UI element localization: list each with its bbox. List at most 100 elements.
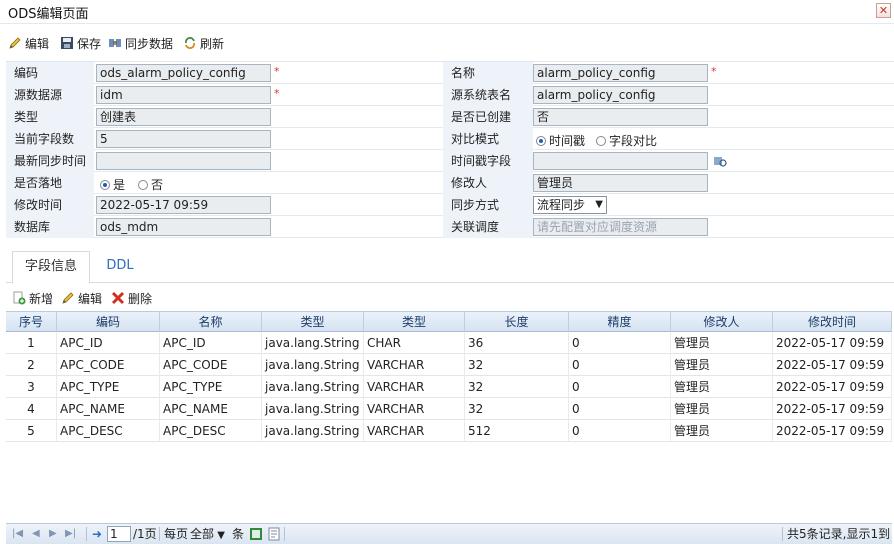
table-cell: 32 [465, 354, 569, 376]
db-field[interactable]: ods_mdm [96, 218, 271, 236]
column-header[interactable]: 类型 [262, 312, 364, 332]
sync-mode-value: 流程同步 [537, 198, 586, 212]
modifier-field[interactable]: 管理员 [533, 174, 708, 192]
floppy-icon [61, 37, 73, 49]
table-row[interactable]: 2 APC_CODE APC_CODE java.lang.String VARCHAR… [6, 354, 892, 376]
add-button[interactable]: 新增 [12, 290, 53, 306]
modified-label: 修改时间 [6, 194, 94, 216]
compare-radio-timestamp[interactable]: 时间戳 [536, 132, 585, 149]
created-field[interactable]: 否 [533, 108, 708, 126]
next-page-icon[interactable]: ▶ [49, 526, 57, 542]
delete-button[interactable]: 删除 [111, 290, 152, 306]
lookup-icon[interactable] [713, 154, 727, 168]
table-cell: 2022-05-17 09:59 [773, 332, 892, 354]
compare-radio-field[interactable]: 字段对比 [596, 132, 657, 149]
db-label: 数据库 [6, 216, 94, 238]
last-page-icon[interactable]: ▶| [65, 526, 76, 542]
title-bar: ODS编辑页面 ✕ [0, 0, 894, 24]
table-cell: APC_NAME [160, 398, 262, 420]
table-cell: CHAR [364, 332, 465, 354]
tab-strip: 字段信息 DDL [6, 249, 894, 284]
table-cell: 管理员 [671, 354, 773, 376]
export-excel-icon[interactable] [249, 527, 263, 541]
refresh-button[interactable]: 刷新 [183, 35, 224, 51]
window-title: ODS编辑页面 [8, 7, 89, 22]
edit-button[interactable]: 编辑 [8, 35, 49, 51]
grid-edit-label: 编辑 [78, 291, 103, 306]
table-row[interactable]: 4 APC_NAME APC_NAME java.lang.String VARCHAR… [6, 398, 892, 420]
table-cell: 512 [465, 420, 569, 442]
code-field[interactable]: ods_alarm_policy_config [96, 64, 271, 82]
name-label: 名称 [443, 62, 533, 84]
column-header[interactable]: 类型 [364, 312, 465, 332]
table-cell: 0 [569, 420, 671, 442]
table-cell: APC_DESC [57, 420, 160, 442]
type-field[interactable]: 创建表 [96, 108, 271, 126]
landing-no-label: 否 [151, 178, 164, 192]
edit-label: 编辑 [25, 36, 50, 51]
code-label: 编码 [6, 62, 94, 84]
landing-radio-yes[interactable]: 是 [100, 176, 125, 193]
form-row: 修改时间 2022-05-17 09:59 同步方式 流程同步 ▼ [6, 194, 894, 216]
sync-mode-select[interactable]: 流程同步 ▼ [533, 196, 607, 214]
table-cell: 管理员 [671, 420, 773, 442]
column-header[interactable]: 长度 [465, 312, 569, 332]
column-header[interactable]: 编码 [57, 312, 160, 332]
table-cell: 3 [6, 376, 57, 398]
table-cell: 0 [569, 398, 671, 420]
refresh-label: 刷新 [200, 36, 225, 51]
add-icon [13, 291, 26, 305]
table-cell: APC_ID [160, 332, 262, 354]
per-page-select[interactable]: 全部 ▼ [190, 526, 225, 542]
landing-radio-no[interactable]: 否 [138, 176, 163, 193]
source-table-field[interactable]: alarm_policy_config [533, 86, 708, 104]
source-field[interactable]: idm [96, 86, 271, 104]
save-button[interactable]: 保存 [60, 35, 101, 51]
column-header[interactable]: 序号 [6, 312, 57, 332]
go-page-icon[interactable]: ➜ [92, 526, 102, 542]
table-cell: 2022-05-17 09:59 [773, 376, 892, 398]
name-field[interactable]: alarm_policy_config [533, 64, 708, 82]
tab-field-info[interactable]: 字段信息 [12, 251, 90, 284]
table-cell: 2022-05-17 09:59 [773, 354, 892, 376]
pencil-icon [9, 37, 21, 49]
table-cell: 32 [465, 376, 569, 398]
table-cell: APC_NAME [57, 398, 160, 420]
table-cell: java.lang.String [262, 332, 364, 354]
table-cell: java.lang.String [262, 354, 364, 376]
first-page-icon[interactable]: |◀ [12, 526, 23, 542]
per-page-unit: 条 [232, 527, 245, 541]
form-row: 编码 ods_alarm_policy_config * 名称 alarm_po… [6, 62, 894, 84]
delete-label: 删除 [128, 291, 153, 306]
table-row[interactable]: 5 APC_DESC APC_DESC java.lang.String VARCHAR… [6, 420, 892, 442]
table-cell: APC_TYPE [160, 376, 262, 398]
table-row[interactable]: 1 APC_ID APC_ID java.lang.String CHAR 36 0 管理员 2… [6, 332, 892, 354]
table-row[interactable]: 3 APC_TYPE APC_TYPE java.lang.String VARCHAR… [6, 376, 892, 398]
grid-edit-button[interactable]: 编辑 [61, 290, 102, 306]
schedule-field[interactable]: 请先配置对应调度资源 [533, 218, 708, 236]
required-mark: * [274, 65, 280, 78]
ts-field-input[interactable] [533, 152, 708, 170]
pager-divider [284, 527, 285, 541]
table-cell: VARCHAR [364, 398, 465, 420]
prev-page-icon[interactable]: ◀ [32, 526, 40, 542]
column-header[interactable]: 修改时间 [773, 312, 892, 332]
table-cell: 5 [6, 420, 57, 442]
field-count-field[interactable]: 5 [96, 130, 271, 148]
column-header[interactable]: 修改人 [671, 312, 773, 332]
edit-form: 编码 ods_alarm_policy_config * 名称 alarm_po… [6, 61, 894, 238]
table-cell: 2 [6, 354, 57, 376]
column-header[interactable]: 名称 [160, 312, 262, 332]
latest-sync-label: 最新同步时间 [6, 150, 94, 172]
page-number-input[interactable]: 1 [107, 526, 131, 542]
column-header[interactable]: 精度 [569, 312, 671, 332]
latest-sync-field[interactable] [96, 152, 271, 170]
table-cell: 2022-05-17 09:59 [773, 398, 892, 420]
export-doc-icon[interactable] [267, 527, 281, 541]
close-icon[interactable]: ✕ [876, 3, 891, 18]
modified-field[interactable]: 2022-05-17 09:59 [96, 196, 271, 214]
table-cell: 管理员 [671, 398, 773, 420]
table-cell: 2022-05-17 09:59 [773, 420, 892, 442]
sync-button[interactable]: 同步数据 [108, 35, 173, 51]
tab-ddl[interactable]: DDL [94, 251, 146, 284]
